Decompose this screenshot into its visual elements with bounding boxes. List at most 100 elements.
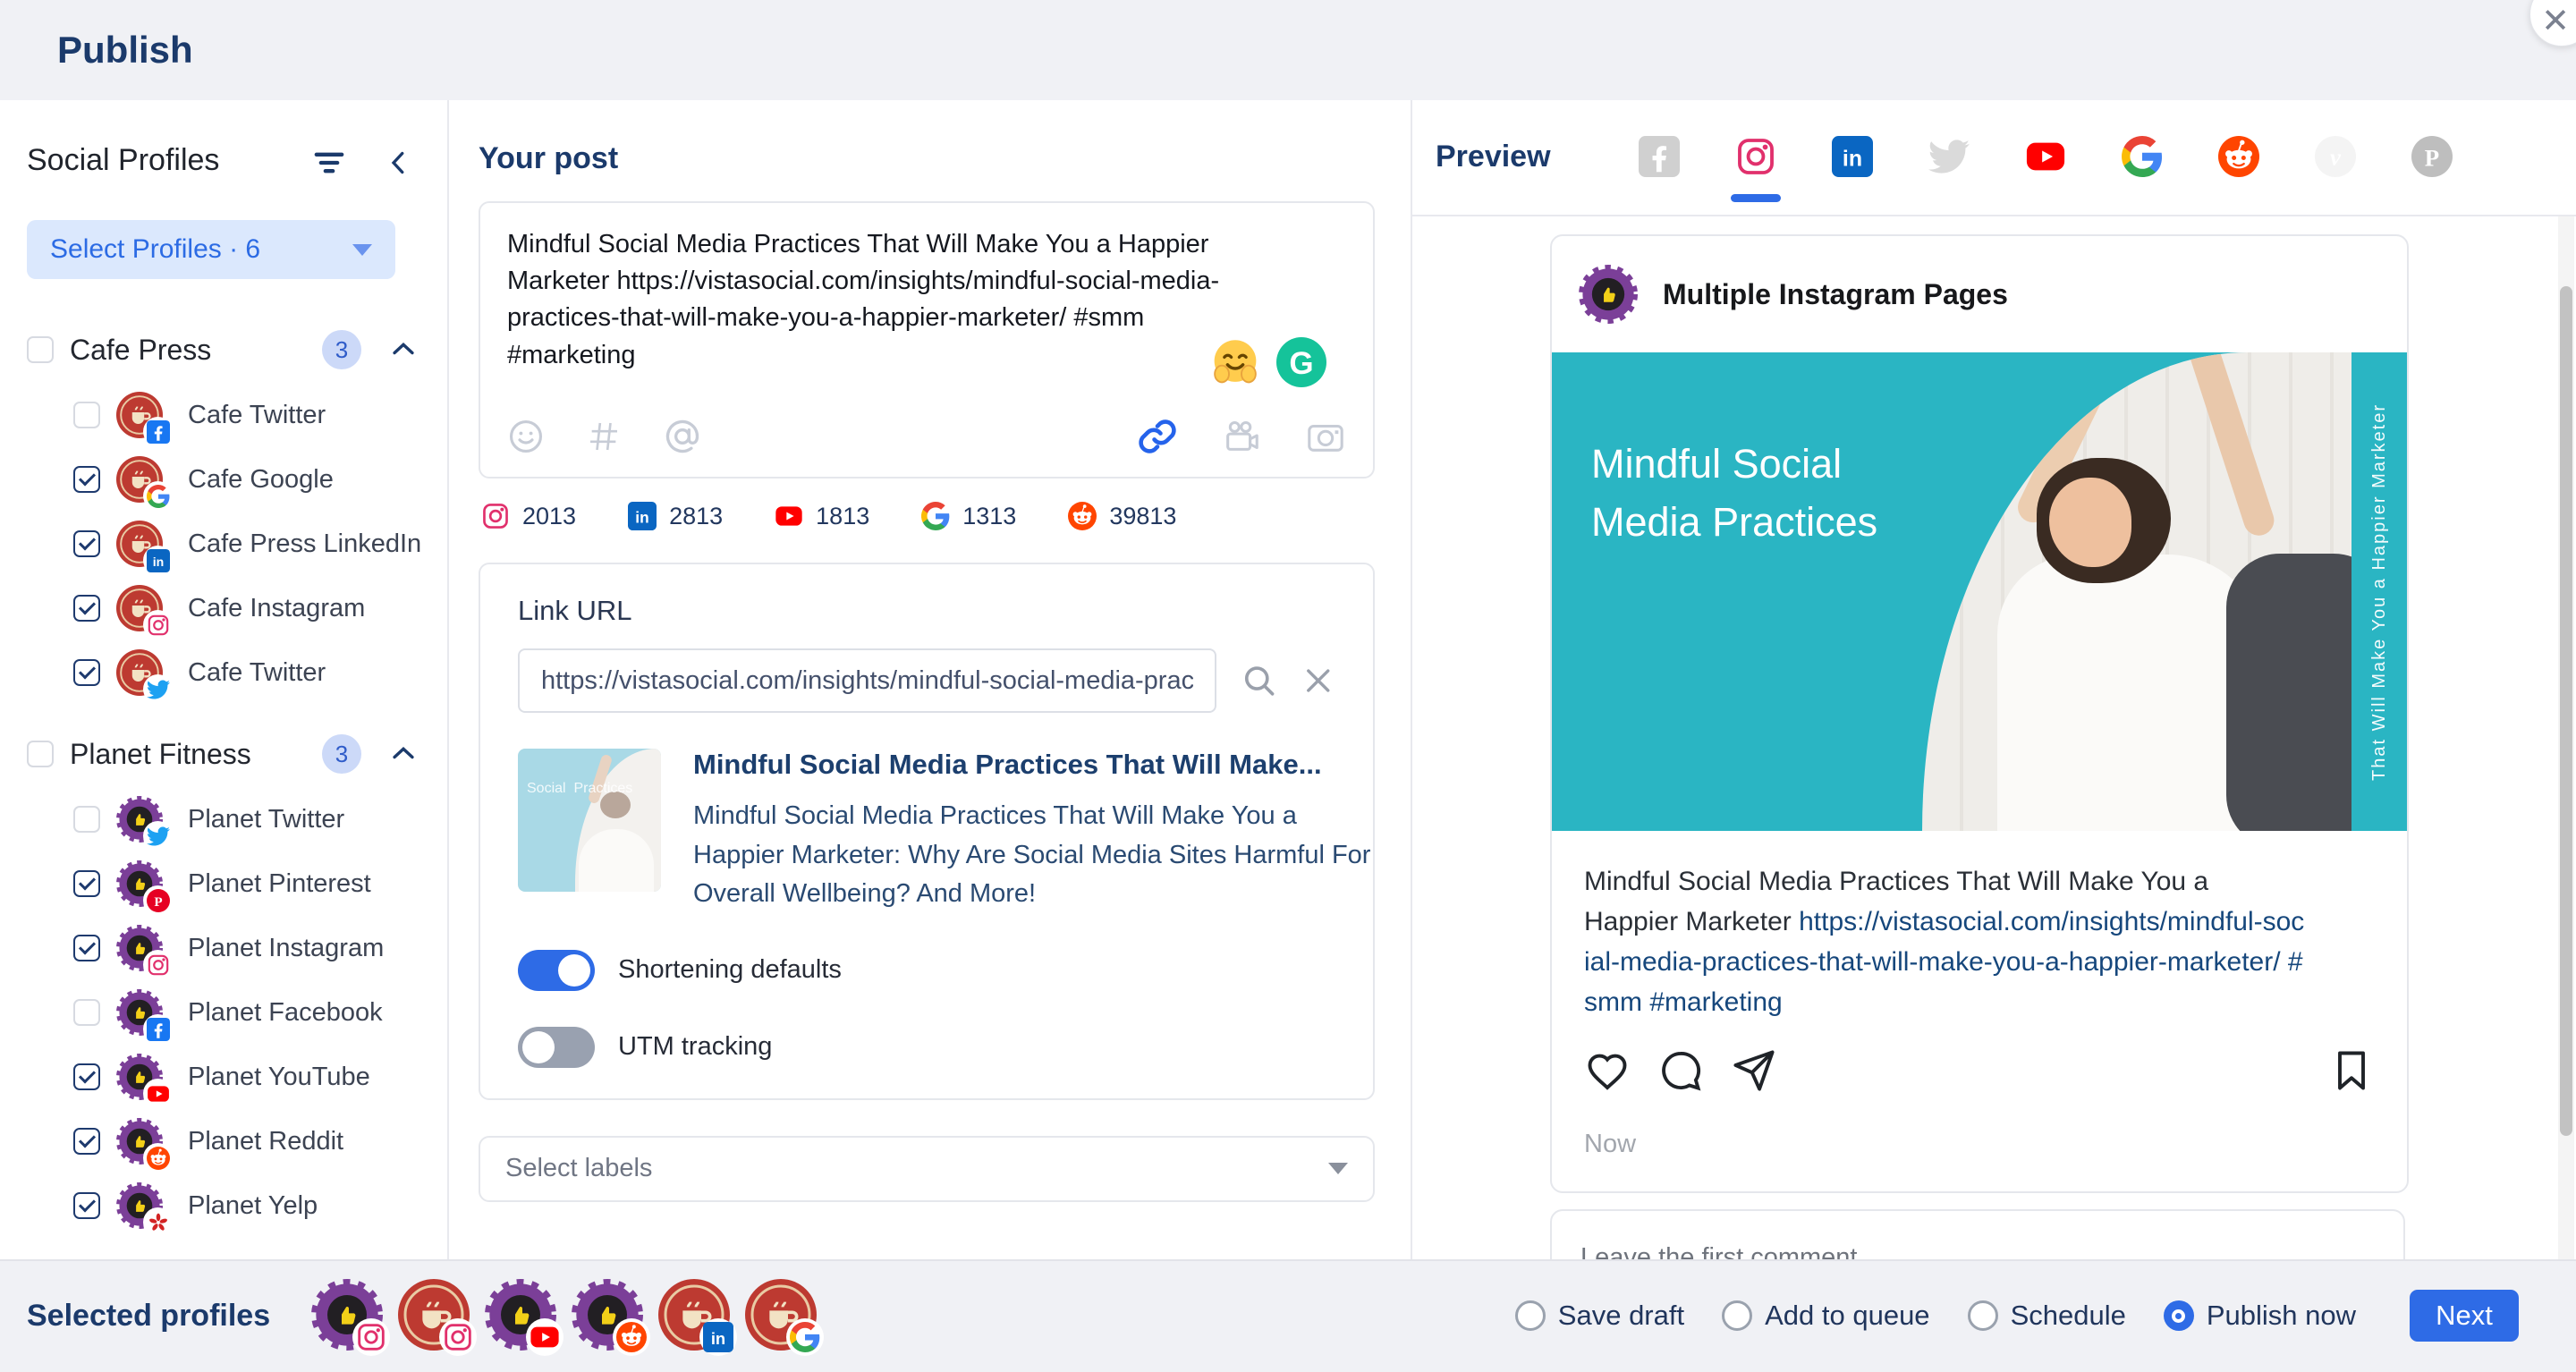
chevron-up-icon[interactable] <box>388 335 419 365</box>
tab-reddit[interactable] <box>2218 136 2259 177</box>
profile-row[interactable]: Cafe Twitter <box>0 383 447 447</box>
group-checkbox[interactable] <box>27 741 54 767</box>
social-profiles-sidebar: Social Profiles Select Profiles · 6 Cafe… <box>0 100 449 1259</box>
avatar[interactable] <box>745 1279 817 1351</box>
link-url-input[interactable] <box>518 648 1216 713</box>
bookmark-icon[interactable] <box>2328 1047 2375 1094</box>
attach-video-icon[interactable] <box>1221 416 1262 457</box>
link-preview-title[interactable]: Mindful Social Media Practices That Will… <box>693 749 1391 781</box>
tab-youtube[interactable] <box>2025 136 2066 177</box>
save-draft-option[interactable]: Save draft <box>1515 1300 1684 1332</box>
link-preview-description: Mindful Social Media Practices That Will… <box>693 797 1391 914</box>
profile-checkbox[interactable] <box>73 1192 100 1219</box>
tab-instagram[interactable] <box>1735 136 1776 177</box>
profile-checkbox[interactable] <box>73 466 100 493</box>
profile-row[interactable]: Cafe Instagram <box>0 576 447 640</box>
profile-label: Planet Pinterest <box>188 869 371 899</box>
compose-column: Your post Mindful Social Media Practices… <box>449 100 1412 1259</box>
profile-row[interactable]: Planet Instagram <box>0 916 447 980</box>
profile-row[interactable]: Planet Pinterest <box>0 851 447 916</box>
page-title: Publish <box>57 29 193 72</box>
chevron-up-icon[interactable] <box>388 739 419 769</box>
link-preview: Social Practices Mindful Social Media Pr… <box>518 749 1335 914</box>
add-to-queue-option[interactable]: Add to queue <box>1722 1300 1929 1332</box>
profile-label: Planet Twitter <box>188 805 344 834</box>
tab-twitter[interactable] <box>1928 136 1970 177</box>
linkedin-icon <box>703 1322 733 1352</box>
linkedin-icon <box>628 502 657 530</box>
hashtag-icon[interactable] <box>586 419 622 454</box>
like-icon[interactable] <box>1584 1047 1631 1094</box>
save-draft-radio[interactable] <box>1515 1300 1546 1331</box>
link-preview-thumbnail: Social Practices <box>518 749 661 892</box>
profile-checkbox[interactable] <box>73 1063 100 1090</box>
profile-checkbox[interactable] <box>73 806 100 833</box>
profile-row[interactable]: Cafe Google <box>0 447 447 512</box>
collapse-sidebar-icon[interactable] <box>383 147 415 179</box>
select-labels-dropdown[interactable]: Select labels <box>479 1136 1375 1202</box>
grammarly-icon[interactable] <box>1276 337 1326 387</box>
vimeo-icon <box>2315 136 2356 177</box>
group-header-cafe-press[interactable]: Cafe Press 3 <box>0 317 447 383</box>
avatar[interactable] <box>485 1279 556 1351</box>
profile-checkbox[interactable] <box>73 870 100 897</box>
profile-checkbox[interactable] <box>73 530 100 557</box>
profile-row[interactable]: Planet Reddit <box>0 1109 447 1173</box>
scrollbar-thumb[interactable] <box>2560 286 2572 1136</box>
tab-linkedin[interactable] <box>1832 136 1873 177</box>
avatar[interactable] <box>572 1279 643 1351</box>
tab-google[interactable] <box>2122 136 2163 177</box>
next-button[interactable]: Next <box>2410 1290 2519 1342</box>
profile-row[interactable]: Planet Twitter <box>0 787 447 851</box>
comment-icon[interactable] <box>1657 1047 1704 1094</box>
post-text-input[interactable]: Mindful Social Media Practices That Will… <box>507 226 1276 374</box>
mention-icon[interactable] <box>663 417 702 456</box>
profile-checkbox[interactable] <box>73 1128 100 1155</box>
profile-label: Cafe Twitter <box>188 658 326 688</box>
attach-link-icon[interactable] <box>1137 416 1178 457</box>
schedule-radio[interactable] <box>1968 1300 1998 1331</box>
avatar[interactable] <box>398 1279 470 1351</box>
profile-checkbox[interactable] <box>73 935 100 961</box>
avatar[interactable] <box>658 1279 730 1351</box>
tab-facebook[interactable] <box>1639 136 1680 177</box>
profile-checkbox[interactable] <box>73 402 100 428</box>
shortening-defaults-label: Shortening defaults <box>618 955 842 985</box>
group-header-planet-fitness[interactable]: Planet Fitness 3 <box>0 721 447 787</box>
add-to-queue-radio[interactable] <box>1722 1300 1752 1331</box>
instagram-count: 2013 <box>522 503 576 530</box>
profile-label: Cafe Twitter <box>188 401 326 430</box>
share-icon[interactable] <box>1731 1047 1777 1094</box>
tab-vimeo[interactable] <box>2315 136 2356 177</box>
profile-row[interactable]: Planet YouTube <box>0 1045 447 1109</box>
emoji-picker-icon[interactable] <box>507 418 545 455</box>
your-post-title: Your post <box>479 141 1411 176</box>
link-url-label: Link URL <box>518 595 1335 627</box>
profile-checkbox[interactable] <box>73 595 100 622</box>
preview-scrollbar[interactable] <box>2558 216 2574 1259</box>
group-checkbox[interactable] <box>27 336 54 363</box>
attach-photo-icon[interactable] <box>1305 416 1346 457</box>
profile-checkbox[interactable] <box>73 999 100 1026</box>
shortening-defaults-toggle[interactable] <box>518 950 595 991</box>
profile-row[interactable]: Planet Facebook <box>0 980 447 1045</box>
publish-now-radio[interactable] <box>2164 1300 2194 1331</box>
tab-pinterest[interactable] <box>2411 136 2453 177</box>
profile-label: Planet Instagram <box>188 934 384 963</box>
schedule-option[interactable]: Schedule <box>1968 1300 2126 1332</box>
profile-row[interactable]: Cafe Press LinkedIn <box>0 512 447 576</box>
clear-url-icon[interactable] <box>1301 664 1335 698</box>
avatar[interactable] <box>311 1279 383 1351</box>
twitter-icon <box>1928 136 1970 177</box>
reddit-icon <box>2218 136 2259 177</box>
profile-checkbox[interactable] <box>73 659 100 686</box>
utm-tracking-toggle[interactable] <box>518 1027 595 1068</box>
profile-label: Cafe Google <box>188 465 334 495</box>
profile-row[interactable]: Cafe Twitter <box>0 640 447 705</box>
post-composer[interactable]: Mindful Social Media Practices That Will… <box>479 201 1375 479</box>
filter-icon[interactable] <box>311 145 347 181</box>
profile-row[interactable]: Planet Yelp <box>0 1173 447 1238</box>
select-profiles-dropdown[interactable]: Select Profiles · 6 <box>27 220 395 279</box>
search-icon[interactable] <box>1241 663 1277 699</box>
publish-now-option[interactable]: Publish now <box>2164 1300 2356 1332</box>
